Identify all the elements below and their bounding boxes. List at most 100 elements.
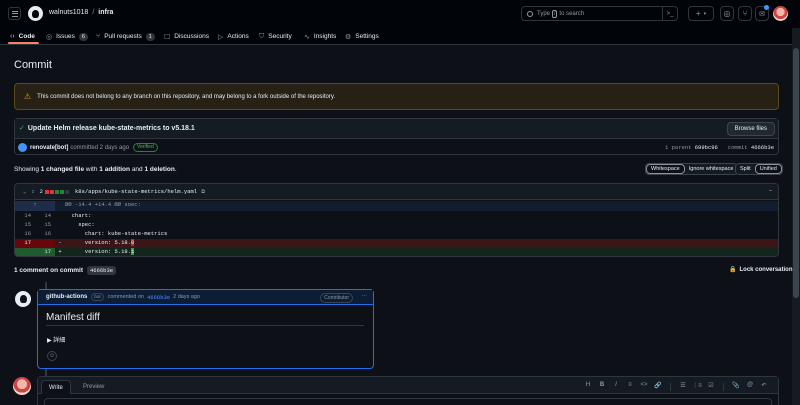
command-palette-icon[interactable]: >_ <box>662 6 677 21</box>
code-icon[interactable]: <> <box>637 382 651 391</box>
preview-tab[interactable]: Preview <box>76 380 111 394</box>
menu-icon[interactable] <box>8 7 21 20</box>
search-icon <box>527 10 533 17</box>
added-line: 17 + version: 5.18.1 <box>15 248 778 256</box>
lock-icon: 🔒 <box>729 267 737 273</box>
copy-icon[interactable]: ⧉ <box>201 188 205 196</box>
ignore-whitespace-option[interactable]: Ignore whitespace <box>684 164 738 174</box>
global-header: walnuts1018/infra Type / to search >_ + ▾… <box>0 0 800 28</box>
tab-issues[interactable]: ◎ Issues 6 <box>46 30 88 43</box>
scrollbar-thumb[interactable] <box>793 48 799 298</box>
mention-icon[interactable]: @ <box>743 382 757 391</box>
renovate-avatar[interactable] <box>18 143 27 152</box>
diff-line: 15 15 spec: <box>24 221 95 228</box>
tab-discussions[interactable]: ☐ Discussions <box>164 30 209 43</box>
italic-icon[interactable]: I <box>609 382 623 391</box>
browse-files-button[interactable]: Browse files <box>726 122 775 136</box>
alert-icon: ⚠ <box>24 92 32 101</box>
diff-line: 14 14 chart: <box>24 212 92 219</box>
diff-view-toggle: Split Unified <box>735 163 783 175</box>
comment-title: Manifest diff <box>46 312 364 326</box>
deleted-line: 17- version: 5.18.0 <box>15 239 778 248</box>
create-new-button[interactable]: + ▾ <box>688 6 714 21</box>
notification-indicator <box>764 5 769 10</box>
fork-warning-banner: ⚠ This commit does not belong to any bra… <box>14 83 779 110</box>
comment-editor: Write Preview H B I ≡ <> 🔗 ☰ ⋮≡ ☑ 📎 @ ↶ <box>37 376 779 405</box>
unified-view-option[interactable]: Unified <box>754 164 782 174</box>
expand-all-icon[interactable]: ⇕ <box>31 188 34 195</box>
tab-settings[interactable]: ⚙ Settings <box>345 30 379 43</box>
issues-count: 6 <box>78 32 88 41</box>
comments-heading: 1 comment on commit 4666b3e <box>14 266 117 275</box>
split-view-option[interactable]: Split <box>736 164 755 174</box>
tab-actions[interactable]: ▷ Actions <box>218 30 249 43</box>
repo-nav: ‹› Code ◎ Issues 6 ⑂ Pull requests 1 ☐ Discuss… <box>0 28 800 45</box>
owner-link[interactable]: walnuts1018 <box>49 9 88 16</box>
github-actions-avatar[interactable] <box>15 291 31 307</box>
pull-requests-count: 1 <box>145 32 155 41</box>
file-path[interactable]: k8s/apps/kube-state-metrics/helm.yaml <box>75 188 197 195</box>
issues-icon: ◎ <box>46 33 53 41</box>
comment-sha-link[interactable]: 4666b3e <box>147 294 170 301</box>
comment-textarea[interactable] <box>44 398 772 405</box>
pull-request-icon: ⑂ <box>96 33 101 40</box>
file-options-icon[interactable]: ⋯ <box>769 187 772 194</box>
heading-icon[interactable]: H <box>581 382 595 391</box>
commit-sha: 4666b3e <box>750 144 774 151</box>
actions-icon: ▷ <box>218 33 224 41</box>
add-reaction-icon[interactable]: ☺ <box>47 351 57 361</box>
lock-conversation-button[interactable]: 🔒 Lock conversation <box>729 266 793 273</box>
code-icon: ‹› <box>10 33 15 40</box>
user-avatar[interactable] <box>773 6 788 21</box>
check-icon: ✓ <box>19 125 25 132</box>
undo-icon[interactable]: ↶ <box>757 382 771 391</box>
commit-header: ✓ Update Helm release kube-state-metrics … <box>14 118 779 155</box>
details-toggle[interactable]: ▶ 詳細 <box>47 335 65 344</box>
discussions-icon: ☐ <box>164 33 171 41</box>
commit-meta: renovate[bot] committed 2 days ago Verif… <box>18 143 158 152</box>
active-tab-indicator <box>8 42 39 44</box>
whitespace-toggle: Whitespace Ignore whitespace <box>645 163 739 175</box>
security-icon: ⛉ <box>259 32 265 40</box>
task-list-icon[interactable]: ☑ <box>704 382 718 391</box>
commit-shas: 1 parent 699bc96 commit 4666b3e <box>665 144 774 151</box>
tab-security[interactable]: ⛉ Security <box>259 30 292 43</box>
search-input[interactable]: Type / to search >_ <box>521 6 678 21</box>
page-scrollbar[interactable] <box>792 28 800 405</box>
tab-insights[interactable]: ∿ Insights <box>304 30 336 43</box>
github-logo-icon[interactable] <box>28 6 43 21</box>
attach-icon[interactable]: 📎 <box>729 382 743 391</box>
commit-title: ✓ Update Helm release kube-state-metrics … <box>19 125 195 132</box>
file-diff: ⌄ ⇕ 2 k8s/apps/kube-state-metrics/helm.y… <box>14 183 779 257</box>
verified-badge[interactable]: Verified <box>133 143 158 152</box>
comment-commit-sha: 4666b3e <box>86 266 117 275</box>
write-tab[interactable]: Write <box>41 380 71 394</box>
file-header: ⌄ ⇕ 2 k8s/apps/kube-state-metrics/helm.y… <box>15 184 778 200</box>
unordered-list-icon[interactable]: ☰ <box>676 382 690 391</box>
collapse-chevron-icon[interactable]: ⌄ <box>23 188 26 195</box>
ordered-list-icon[interactable]: ⋮≡ <box>690 382 704 391</box>
diff-line: 16 16 chart: kube-state-metrics <box>24 230 168 237</box>
comment-author[interactable]: github-actions <box>46 294 87 300</box>
settings-icon: ⚙ <box>345 33 352 41</box>
insights-icon: ∿ <box>304 33 310 41</box>
markdown-toolbar: H B I ≡ <> 🔗 ☰ ⋮≡ ☑ 📎 @ ↶ <box>581 382 771 391</box>
commit-author[interactable]: renovate[bot] <box>30 145 68 151</box>
change-count: 2 <box>39 188 43 195</box>
comment-time[interactable]: 2 days ago <box>173 294 200 300</box>
bold-icon[interactable]: B <box>595 382 609 391</box>
current-user-avatar[interactable] <box>13 377 31 395</box>
contributor-badge: Contributor <box>320 293 353 303</box>
warning-text: This commit does not belong to any branc… <box>37 93 336 100</box>
tab-pull-requests[interactable]: ⑂ Pull requests 1 <box>96 30 155 43</box>
pull-requests-icon[interactable]: ⑂ <box>738 6 752 21</box>
issues-icon[interactable]: ◎ <box>720 6 734 21</box>
comment-options-icon[interactable]: ⋯ <box>362 293 368 299</box>
diffstat-bars <box>44 189 69 194</box>
link-icon[interactable]: 🔗 <box>651 382 665 391</box>
repo-link[interactable]: infra <box>98 9 113 16</box>
diff-summary: Showing 1 changed file with 1 addition a… <box>14 166 177 173</box>
whitespace-option[interactable]: Whitespace <box>646 164 685 174</box>
quote-icon[interactable]: ≡ <box>623 382 637 391</box>
parent-sha-link[interactable]: 699bc96 <box>695 144 718 151</box>
